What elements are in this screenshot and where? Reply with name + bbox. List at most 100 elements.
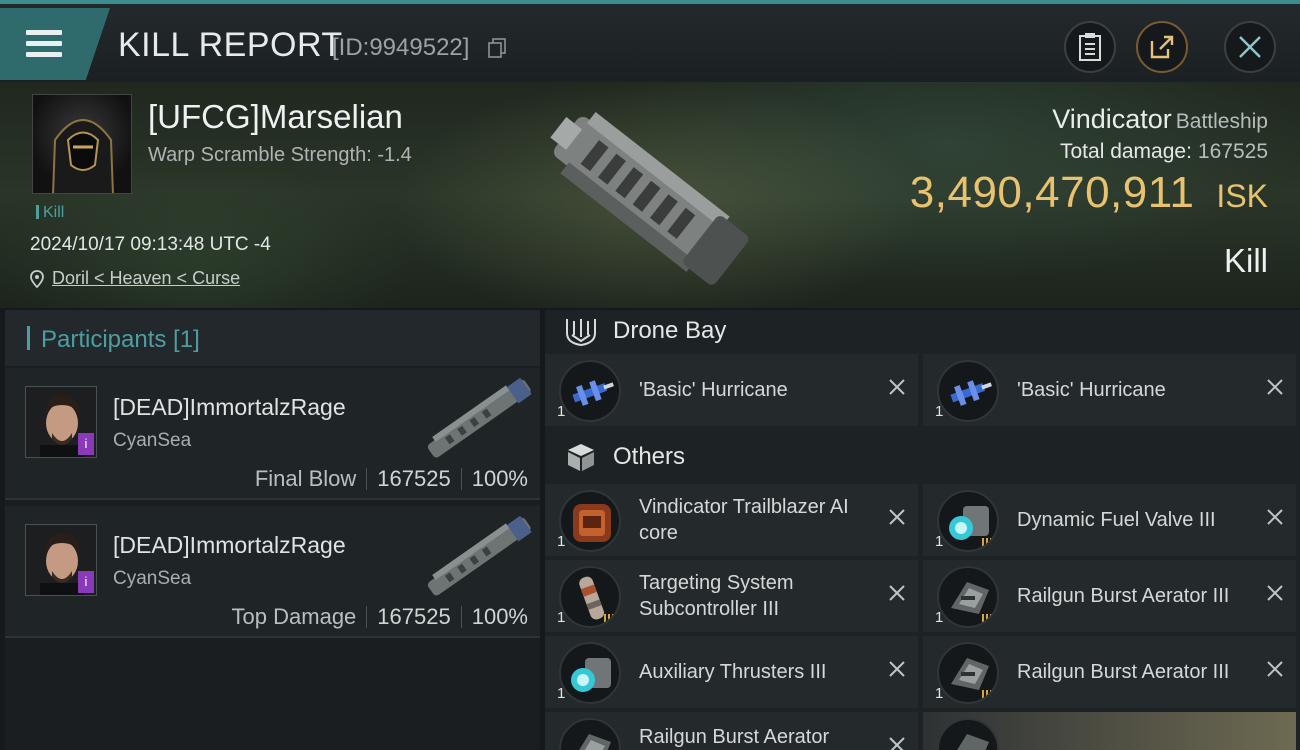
- status-badge: i: [78, 571, 94, 593]
- destroyed-x-icon: [1267, 379, 1283, 395]
- isk-value: 3,490,470,911: [909, 168, 1195, 217]
- section-drone-bay: Drone Bay: [545, 310, 1300, 352]
- share-button[interactable]: [1136, 21, 1188, 73]
- helmet-icon: [52, 119, 114, 193]
- item-name: Auxiliary Thrusters III: [639, 661, 827, 683]
- ai-core-icon: [559, 490, 621, 552]
- victim-portrait[interactable]: [32, 94, 132, 194]
- destroyed-x-icon: [1267, 585, 1283, 601]
- ship-name[interactable]: Vindicator: [1052, 104, 1172, 134]
- copy-icon[interactable]: [488, 38, 506, 58]
- share-icon: [1150, 35, 1174, 59]
- list-item[interactable]: 1 Vindicator Trailblazer AI core: [545, 484, 918, 556]
- kill-location[interactable]: Doril < Heaven < Curse: [30, 268, 240, 289]
- auxiliary-thrusters-icon: [559, 642, 621, 704]
- total-damage-value: 167525: [1197, 140, 1268, 163]
- destroyed-x-icon: [1267, 661, 1283, 677]
- kill-banner: [UFCG]Marselian Warp Scramble Strength: …: [0, 82, 1300, 308]
- section-title: Drone Bay: [613, 317, 727, 344]
- ship-name-line: Vindicator Battleship: [1052, 104, 1268, 135]
- item-quantity: 1: [557, 403, 566, 420]
- report-id: [ID:9949522]: [332, 34, 470, 61]
- list-item[interactable]: 1 Targeting System Subcontroller III: [545, 560, 918, 632]
- list-item[interactable]: 1 'Basic' Hurricane: [923, 354, 1296, 426]
- list-item[interactable]: 1 Railgun Burst Aerator III: [923, 636, 1296, 708]
- fuel-valve-icon: [937, 490, 999, 552]
- list-item[interactable]: 1 Dynamic Fuel Valve III: [923, 484, 1296, 556]
- participant-role: Top Damage: [231, 604, 357, 629]
- victim-name[interactable]: [UFCG]Marselian: [148, 98, 403, 136]
- victim-ship-image: [550, 112, 749, 285]
- page-title: KILL REPORT: [118, 26, 343, 64]
- item-quantity: 1: [557, 533, 566, 550]
- item-name: Railgun Burst Aerator: [639, 726, 830, 748]
- items-panel: Drone Bay 1 'Basic' Hurricane 1 'Basic' …: [545, 310, 1300, 750]
- item-name: Targeting System Subcontroller III: [639, 572, 794, 620]
- participants-panel: Participants [1] i [DEAD]ImmortalzRage C…: [5, 310, 540, 750]
- header-bar: KILL REPORT [ID:9949522]: [0, 0, 1300, 82]
- clipboard-icon: [1079, 33, 1101, 61]
- drone-bay-icon: [566, 319, 596, 347]
- menu-button[interactable]: [0, 8, 110, 80]
- cube-icon: [568, 444, 594, 471]
- location-pin-icon: [30, 269, 44, 288]
- destroyed-x-icon: [889, 661, 905, 677]
- list-item[interactable]: 1 Railgun Burst Aerator III: [923, 560, 1296, 632]
- item-quantity: 1: [557, 609, 566, 626]
- participant-corp: CyanSea: [113, 568, 192, 589]
- railgun-aerator-icon: [937, 642, 999, 704]
- list-item[interactable]: 1 'Basic' Hurricane: [545, 354, 918, 426]
- participant-corp: CyanSea: [113, 430, 192, 451]
- participant-row[interactable]: i [DEAD]ImmortalzRage CyanSea Final Blow…: [5, 368, 540, 500]
- item-quantity: 1: [935, 609, 944, 626]
- participant-damage: 167525: [377, 604, 451, 629]
- item-name: Railgun Burst Aerator III: [1017, 661, 1230, 683]
- railgun-aerator-icon: [559, 718, 621, 750]
- destroyed-x-icon: [889, 737, 905, 750]
- item-name: [1017, 712, 1257, 750]
- item-name: Dynamic Fuel Valve III: [1017, 509, 1216, 531]
- item-quantity: 1: [557, 685, 566, 702]
- participant-role: Final Blow: [254, 466, 357, 491]
- total-damage: Total damage: 167525: [1060, 140, 1268, 164]
- participant-percent: 100%: [471, 466, 528, 491]
- location-link[interactable]: Doril < Heaven < Curse: [52, 268, 240, 289]
- menu-icon: [26, 30, 62, 58]
- module-item-icon: [937, 718, 999, 750]
- targeting-subcontroller-icon: [559, 566, 621, 628]
- railgun-aerator-icon: [937, 566, 999, 628]
- avatar[interactable]: i: [25, 524, 97, 596]
- item-name: Vindicator Trailblazer AI core: [639, 496, 849, 544]
- drone-item-icon: [937, 360, 999, 422]
- participant-stats: Top Damage 167525 100%: [232, 604, 528, 630]
- participant-name[interactable]: [DEAD]ImmortalzRage: [113, 394, 346, 421]
- item-quantity: 1: [935, 403, 944, 420]
- list-item[interactable]: [923, 712, 1296, 750]
- participant-name[interactable]: [DEAD]ImmortalzRage: [113, 532, 346, 559]
- destroyed-x-icon: [1267, 509, 1283, 525]
- destroyed-x-icon: [889, 509, 905, 525]
- section-title: Others: [613, 443, 686, 470]
- list-item[interactable]: Railgun Burst Aerator: [545, 712, 918, 750]
- isk-unit: ISK: [1216, 178, 1268, 214]
- item-quantity: 1: [935, 533, 944, 550]
- clipboard-button[interactable]: [1064, 21, 1116, 73]
- participant-ship-icon: [427, 515, 532, 596]
- avatar[interactable]: i: [25, 386, 97, 458]
- drone-item-icon: [559, 360, 621, 422]
- section-others: Others: [545, 436, 1300, 478]
- destroyed-x-icon: [889, 585, 905, 601]
- kill-datetime: 2024/10/17 09:13:48 UTC -4: [30, 234, 271, 255]
- close-icon: [1239, 36, 1261, 58]
- participant-damage: 167525: [377, 466, 451, 491]
- item-name: Railgun Burst Aerator III: [1017, 585, 1230, 607]
- close-button[interactable]: [1224, 21, 1276, 73]
- participant-percent: 100%: [471, 604, 528, 629]
- total-damage-label: Total damage:: [1060, 140, 1192, 163]
- kill-tag: Kill: [36, 204, 64, 222]
- participants-header[interactable]: Participants [1]: [5, 310, 540, 366]
- item-quantity: 1: [935, 685, 944, 702]
- participant-row[interactable]: i [DEAD]ImmortalzRage CyanSea Top Damage…: [5, 506, 540, 638]
- list-item[interactable]: 1 Auxiliary Thrusters III: [545, 636, 918, 708]
- isk-loss: 3,490,470,911 ISK: [910, 168, 1268, 218]
